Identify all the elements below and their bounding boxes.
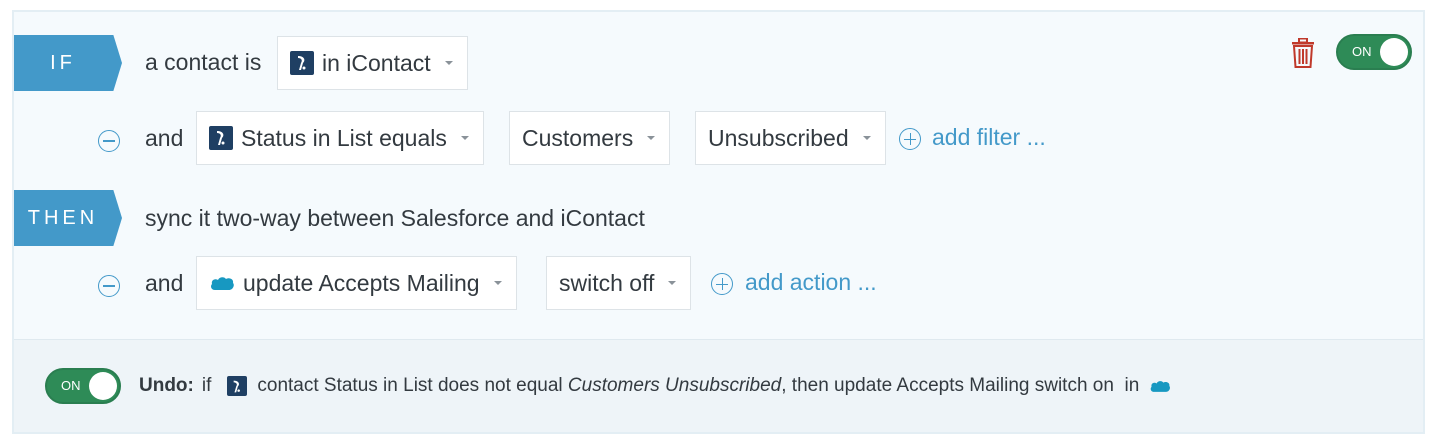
add-filter-button[interactable] (899, 128, 921, 150)
salesforce-cloud-icon (211, 277, 234, 290)
chevron-down-icon (668, 281, 677, 285)
undo-then-text: , then update Accepts Mailing switch on (781, 375, 1114, 396)
icontact-logo-icon (209, 126, 233, 150)
action-text: sync it two-way between Salesforce and i… (145, 205, 645, 231)
add-filter-link[interactable]: add filter ... (932, 124, 1046, 151)
filter-value-dropdown[interactable]: Unsubscribed (695, 111, 886, 165)
toggle-label: ON (1352, 44, 1372, 59)
minus-circle-icon (103, 140, 115, 142)
toggle-label: ON (61, 378, 81, 393)
undo-values-text: Customers Unsubscribed (567, 375, 782, 396)
source-app-label: in iContact (322, 49, 431, 76)
icontact-logo-icon (290, 51, 314, 75)
remove-filter-button[interactable] (98, 130, 120, 152)
filter-field-dropdown[interactable]: Status in List equals (196, 111, 484, 165)
filter-and-text: and (145, 125, 184, 151)
minus-circle-icon (103, 285, 115, 287)
chevron-down-icon (862, 136, 871, 140)
action-value-dropdown[interactable]: switch off (546, 256, 692, 310)
action-field-dropdown[interactable]: update Accepts Mailing (196, 256, 517, 310)
undo-if-text: if (201, 375, 212, 396)
rule-enabled-toggle[interactable]: ON (1336, 34, 1412, 70)
undo-label: Undo: (139, 375, 194, 396)
action-field-label: update Accepts Mailing (243, 269, 480, 296)
toggle-knob (89, 372, 117, 400)
source-app-dropdown[interactable]: in iContact (277, 36, 468, 90)
undo-enabled-toggle[interactable]: ON (45, 368, 121, 404)
filter-field-label: Status in List equals (241, 124, 447, 151)
undo-condition-text: contact Status in List does not equal (257, 375, 563, 396)
trash-icon[interactable] (1291, 37, 1315, 73)
add-action-link[interactable]: add action ... (745, 269, 877, 296)
action-and-text: and (145, 270, 184, 296)
toggle-knob (1380, 38, 1408, 66)
then-tag: THEN (14, 190, 122, 246)
if-tag: IF (14, 35, 122, 91)
sync-rule-card: IF a contact is in iContact ON and Statu… (12, 10, 1425, 434)
filter-value-label: Unsubscribed (708, 124, 849, 151)
if-lead-text: a contact is (145, 49, 262, 75)
filter-list-label: Customers (522, 124, 634, 151)
add-action-button[interactable] (711, 273, 733, 295)
undo-in-text: in (1124, 375, 1140, 396)
chevron-down-icon (444, 61, 453, 65)
action-value-label: switch off (559, 269, 655, 296)
filter-list-dropdown[interactable]: Customers (509, 111, 671, 165)
remove-action-button[interactable] (98, 275, 120, 297)
salesforce-cloud-icon (1150, 381, 1171, 392)
undo-description: Undo: if contact Status in List does not… (139, 375, 1171, 397)
chevron-down-icon (493, 281, 502, 285)
chevron-down-icon (460, 136, 469, 140)
icontact-logo-icon (227, 376, 248, 396)
chevron-down-icon (647, 136, 656, 140)
